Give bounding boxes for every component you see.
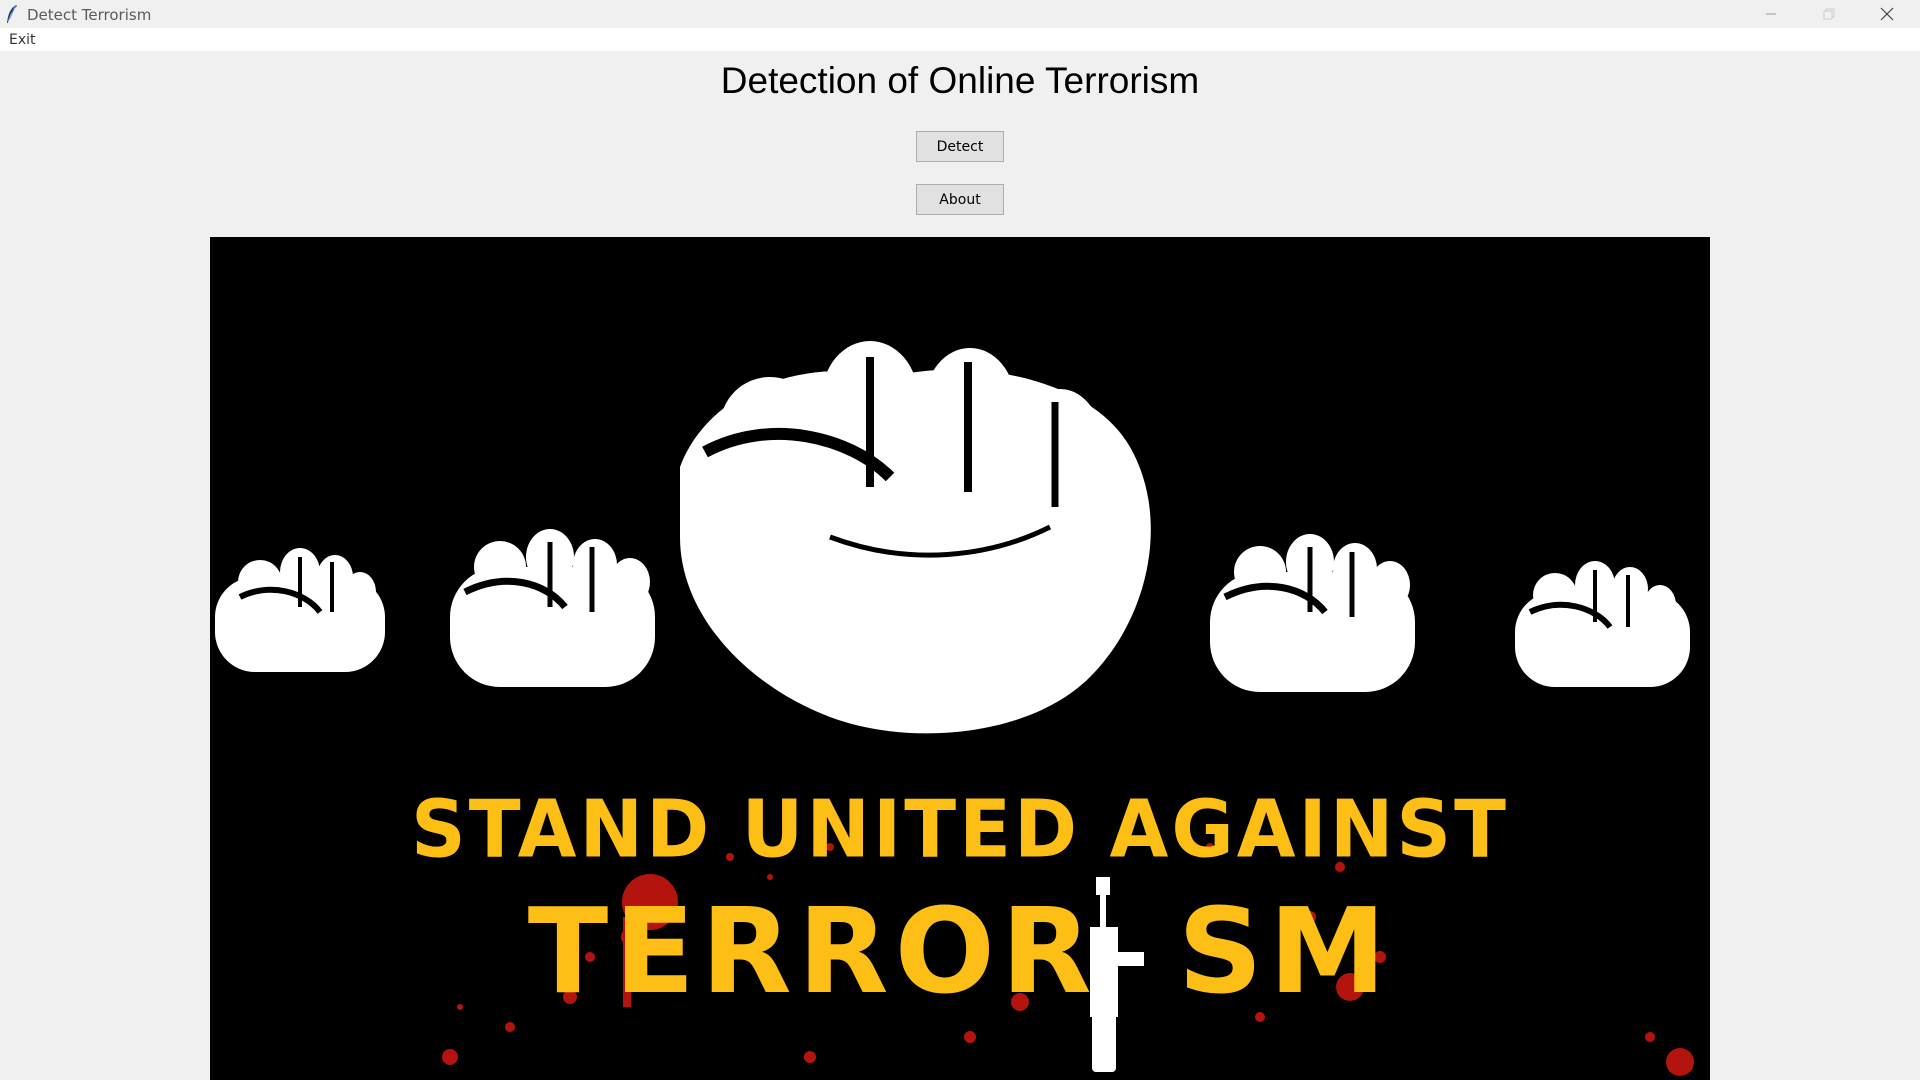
banner-image: STAND UNITED AGAINST TERROR SM bbox=[210, 237, 1710, 1080]
banner-word-end: SM bbox=[1177, 882, 1393, 1020]
detect-button[interactable]: Detect bbox=[916, 131, 1004, 162]
fist-right bbox=[1210, 534, 1415, 692]
fist-left bbox=[450, 529, 655, 687]
fist-far-left bbox=[215, 548, 385, 672]
title-bar: Detect Terrorism bbox=[0, 0, 1920, 28]
close-icon bbox=[1880, 7, 1894, 21]
maximize-button[interactable] bbox=[1800, 0, 1858, 28]
page-title: Detection of Online Terrorism bbox=[720, 60, 1200, 101]
feather-icon bbox=[7, 4, 17, 23]
menu-bar: Exit bbox=[0, 28, 1920, 51]
fist-center bbox=[680, 341, 1151, 734]
close-button[interactable] bbox=[1858, 0, 1916, 28]
minimize-button[interactable] bbox=[1742, 0, 1800, 28]
banner-headline: STAND UNITED AGAINST bbox=[410, 781, 1510, 876]
menu-item-exit[interactable]: Exit bbox=[9, 32, 36, 48]
about-button[interactable]: About bbox=[916, 184, 1004, 215]
minimize-icon bbox=[1766, 13, 1776, 15]
banner-subheadline: TERROR SM bbox=[210, 882, 1710, 1020]
window-title: Detect Terrorism bbox=[27, 6, 152, 24]
maximize-icon bbox=[1823, 8, 1835, 20]
banner-word-start: TERROR bbox=[527, 882, 1098, 1020]
fist-far-right bbox=[1515, 561, 1690, 687]
